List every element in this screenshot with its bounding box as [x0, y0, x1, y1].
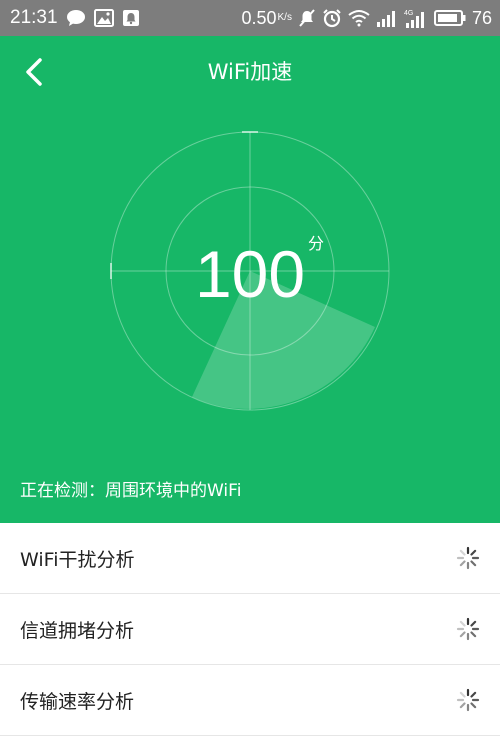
list-item-label: 信道拥堵分析: [20, 619, 135, 642]
score-unit: 分: [308, 234, 325, 253]
mute-icon: [298, 8, 316, 28]
list-item-label: 传输速率分析: [20, 690, 135, 713]
loading-spinner-icon: [456, 688, 480, 712]
loading-spinner-icon: [456, 617, 480, 641]
notification-icon: [122, 9, 140, 27]
status-bar: 21:31 0.50 K/s 4G 76: [0, 0, 500, 36]
net-speed-unit: K/s: [277, 12, 292, 23]
status-left: 21:31: [10, 0, 140, 36]
alarm-icon: [322, 8, 342, 28]
loading-spinner-icon: [456, 546, 480, 570]
net-speed-value: 0.50: [241, 7, 277, 28]
analysis-list: WiFi干扰分析 信道拥堵分析 传输速率分析: [0, 523, 500, 736]
status-right: 0.50 K/s 4G 76: [241, 0, 492, 36]
list-item-wifi-interference[interactable]: WiFi干扰分析: [0, 523, 500, 594]
list-item-channel-congestion[interactable]: 信道拥堵分析: [0, 594, 500, 665]
battery-level: 76: [471, 7, 492, 28]
list-item-label: WiFi干扰分析: [20, 548, 135, 571]
signal-icon: [376, 9, 398, 27]
image-icon: [93, 9, 114, 27]
signal-4g-icon: 4G: [404, 8, 428, 28]
chat-bubble-icon: [66, 9, 86, 27]
battery-icon: [433, 10, 466, 26]
wifi-icon: [348, 9, 370, 27]
detect-status-text: 正在检测：周围环境中的WiFi: [20, 481, 242, 501]
list-item-transfer-rate[interactable]: 传输速率分析: [0, 665, 500, 736]
net-speed: 0.50 K/s: [241, 8, 292, 29]
status-time: 21:31: [10, 7, 58, 28]
wifi-accelerate-panel: WiFi加速 100 分 正在检测：周围环境中的WiFi: [0, 36, 500, 523]
network-label: 4G: [404, 10, 413, 17]
